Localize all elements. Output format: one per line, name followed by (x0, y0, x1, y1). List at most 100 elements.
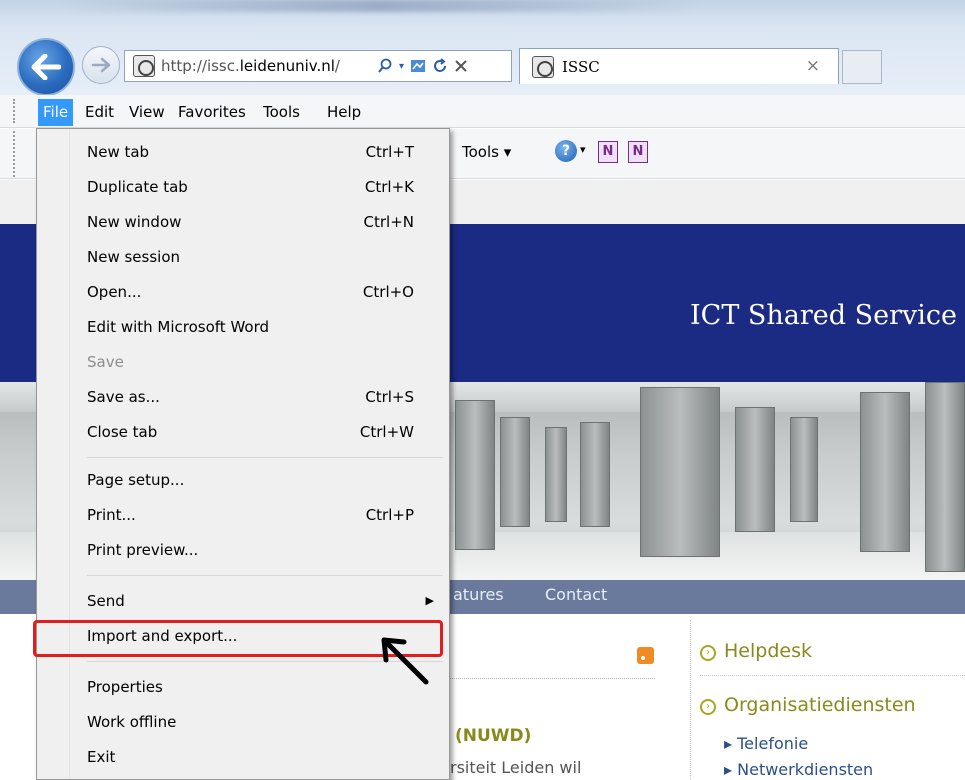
menu-view[interactable]: View (124, 99, 170, 126)
site-favicon-icon (133, 55, 155, 77)
nav-contact[interactable]: Contact (545, 585, 607, 604)
commandbar-grip[interactable] (13, 131, 17, 177)
server-rack (500, 417, 530, 527)
back-button[interactable] (17, 38, 75, 96)
url-text[interactable]: http://issc.leidenuniv.nl/ (161, 57, 371, 75)
menu-tools[interactable]: Tools (258, 99, 305, 126)
server-rack (790, 417, 818, 522)
menu-item-open[interactable]: Open... Ctrl+O (70, 275, 448, 310)
organisatiediensten-link[interactable]: › Organisatiediensten (700, 694, 916, 716)
onenote-send-icon[interactable]: N (598, 141, 618, 163)
onenote-linked-icon[interactable]: N (628, 141, 648, 163)
netwerkdiensten-link[interactable]: ▸ Netwerkdiensten (724, 760, 873, 779)
menu-item-label: Send (87, 592, 125, 610)
menu-item-shortcut: Ctrl+W (359, 423, 414, 441)
menu-item-close-tab[interactable]: Close tab Ctrl+W (70, 415, 448, 450)
search-icon[interactable] (377, 58, 393, 74)
new-tab-button[interactable] (842, 50, 882, 84)
menu-item-label: Print... (87, 506, 136, 524)
menu-item-label: Exit (87, 748, 116, 766)
menu-help[interactable]: Help (322, 99, 366, 126)
divider (700, 675, 965, 676)
menu-item-label: New session (87, 248, 181, 266)
menu-file[interactable]: File (38, 99, 74, 126)
submenu-arrow-icon: ▶ (425, 594, 434, 607)
menu-item-label: Work offline (87, 713, 177, 731)
menu-item-label: New tab (87, 143, 150, 161)
menu-item-label: Open... (87, 283, 142, 301)
server-rack (925, 382, 965, 572)
menu-separator (87, 575, 443, 576)
menu-item-shortcut: Ctrl+S (365, 388, 414, 406)
menu-item-label: New window (87, 213, 182, 231)
menu-bar: File Edit View Favorites Tools Help (0, 95, 965, 128)
menu-item-save: Save (70, 345, 448, 380)
close-tab-icon[interactable]: × (806, 56, 820, 76)
column-divider (690, 620, 691, 780)
menu-item-page-setup[interactable]: Page setup... (70, 463, 448, 498)
article-title[interactable]: (NUWD) (455, 726, 531, 746)
netwerkdiensten-label: Netwerkdiensten (737, 760, 874, 779)
telefonie-link[interactable]: ▸ Telefonie (724, 734, 808, 753)
tab-favicon-icon (532, 55, 554, 78)
refresh-icon[interactable] (432, 58, 448, 74)
stop-icon[interactable] (454, 59, 468, 73)
menu-item-label: Save as... (87, 388, 160, 406)
menu-icon-gutter (37, 129, 70, 779)
browser-tab[interactable]: ISSC × (519, 48, 839, 84)
server-rack (860, 392, 910, 552)
menu-separator (87, 457, 443, 458)
back-arrow-icon (31, 54, 61, 80)
rss-icon[interactable] (637, 647, 654, 664)
helpdesk-label: Helpdesk (724, 640, 812, 662)
chevron-right-icon: › (700, 699, 716, 715)
telefonie-label: Telefonie (737, 734, 809, 753)
organisatiediensten-label: Organisatiediensten (724, 694, 916, 716)
server-rack (545, 427, 567, 522)
help-icon[interactable]: ? (555, 140, 577, 162)
menu-item-print[interactable]: Print... Ctrl+P (70, 498, 448, 533)
menu-item-new-session[interactable]: New session (70, 240, 448, 275)
helpdesk-link[interactable]: › Helpdesk (700, 640, 812, 662)
forward-button[interactable] (82, 46, 120, 84)
menu-item-print-preview[interactable]: Print preview... (70, 533, 448, 568)
menu-edit[interactable]: Edit (80, 99, 119, 126)
menu-item-shortcut: Ctrl+K (364, 178, 414, 196)
menu-item-work-offline[interactable]: Work offline (70, 705, 448, 740)
menu-favorites[interactable]: Favorites (173, 99, 251, 126)
menu-item-shortcut: Ctrl+O (362, 283, 414, 301)
help-dropdown-icon[interactable]: ▾ (580, 143, 586, 156)
menu-item-shortcut: Ctrl+T (365, 143, 414, 161)
menu-item-send[interactable]: Send ▶ (70, 584, 448, 619)
server-rack (580, 422, 610, 527)
menu-item-edit-with-word[interactable]: Edit with Microsoft Word (70, 310, 448, 345)
menu-item-new-tab[interactable]: New tab Ctrl+T (70, 135, 448, 170)
address-bar[interactable]: http://issc.leidenuniv.nl/ ▾ (124, 50, 512, 82)
forward-arrow-icon (91, 57, 111, 73)
menu-item-label: Save (87, 353, 124, 371)
menu-item-save-as[interactable]: Save as... Ctrl+S (70, 380, 448, 415)
compatibility-view-icon[interactable] (410, 58, 426, 74)
menu-item-label: Close tab (87, 423, 158, 441)
menu-item-new-window[interactable]: New window Ctrl+N (70, 205, 448, 240)
menu-item-label: Duplicate tab (87, 178, 188, 196)
server-rack (735, 407, 775, 532)
menu-item-shortcut: Ctrl+P (365, 506, 414, 524)
tab-title: ISSC (562, 57, 600, 76)
menu-item-label: Print preview... (87, 541, 199, 559)
article-text: rsiteit Leiden wil (450, 758, 582, 777)
menu-item-label: Properties (87, 678, 163, 696)
search-dropdown-icon[interactable]: ▾ (399, 61, 404, 72)
divider (450, 678, 655, 679)
menu-item-label: Edit with Microsoft Word (87, 318, 269, 336)
tools-button[interactable]: Tools ▾ (462, 143, 511, 161)
menu-item-duplicate-tab[interactable]: Duplicate tab Ctrl+K (70, 170, 448, 205)
site-title: ICT Shared Service (690, 300, 958, 331)
pointer-arrow-icon (381, 637, 429, 685)
menubar-grip[interactable] (13, 99, 17, 123)
server-rack (640, 387, 720, 557)
chevron-right-icon: › (700, 645, 716, 661)
menu-item-shortcut: Ctrl+N (363, 213, 414, 231)
menu-item-exit[interactable]: Exit (70, 740, 448, 775)
nav-features[interactable]: atures (453, 585, 504, 604)
